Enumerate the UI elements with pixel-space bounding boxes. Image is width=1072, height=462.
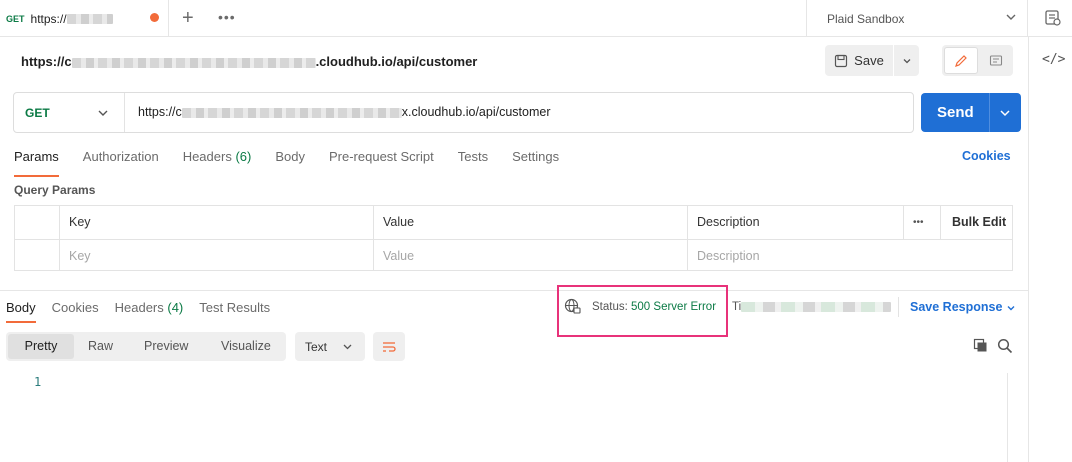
tab-method: GET: [6, 13, 25, 24]
value-input[interactable]: Value: [383, 249, 414, 263]
bulk-edit-button[interactable]: Bulk Edit: [952, 215, 1006, 229]
column-key: Key: [69, 215, 91, 229]
more-tabs-icon[interactable]: •••: [218, 9, 236, 25]
top-tab-bar: GET https:// + ••• Plaid Sandbox: [0, 0, 1072, 37]
tab-url: https://: [30, 11, 67, 26]
tab-headers[interactable]: Headers (6): [183, 149, 252, 170]
headers-count: (6): [235, 149, 252, 164]
environment-selector[interactable]: Plaid Sandbox: [806, 0, 1028, 37]
redacted-metrics: [741, 301, 892, 312]
query-params-title: Query Params: [14, 183, 96, 197]
save-label: Save: [854, 53, 884, 68]
wrap-icon: [383, 341, 396, 352]
chevron-down-icon: [903, 58, 910, 63]
save-button[interactable]: Save: [825, 45, 893, 76]
request-tabs: Params Authorization Headers (6) Body Pr…: [14, 149, 583, 177]
tab-tests[interactable]: Tests: [458, 149, 488, 170]
description-input[interactable]: Description: [697, 249, 760, 263]
globe-lock-icon[interactable]: [564, 298, 581, 315]
send-button[interactable]: Send: [921, 93, 1021, 132]
response-time: Ti: [732, 301, 892, 313]
environment-name: Plaid Sandbox: [827, 11, 905, 26]
chevron-down-icon: [1007, 305, 1015, 311]
redacted-url: [66, 13, 113, 24]
status-value: 500 Server Error: [631, 301, 717, 313]
url-prefix: https://c: [138, 105, 182, 119]
environment-quick-look-icon[interactable]: [1044, 9, 1062, 27]
save-response-button[interactable]: Save Response: [910, 300, 1016, 314]
format-preview[interactable]: Preview: [144, 339, 188, 353]
search-icon[interactable]: [997, 338, 1013, 354]
new-tab-icon[interactable]: +: [182, 7, 194, 30]
column-description: Description: [697, 215, 760, 229]
format-pretty[interactable]: Pretty: [8, 334, 74, 359]
response-tabs: Body Cookies Headers (4) Test Results: [6, 300, 286, 323]
response-status: Status: 500 Server Error: [592, 301, 716, 313]
column-value: Value: [383, 215, 415, 229]
chevron-down-icon[interactable]: [999, 107, 1011, 119]
tab-response-headers[interactable]: Headers (4): [115, 300, 184, 315]
divider: [0, 290, 1028, 291]
redacted-host: [71, 57, 316, 68]
status-label: Status:: [592, 301, 628, 313]
tab-test-results[interactable]: Test Results: [199, 300, 270, 315]
comment-icon: [989, 54, 1002, 66]
divider: [898, 297, 899, 317]
time-prefix: Ti: [732, 301, 742, 313]
column-options-icon[interactable]: •••: [913, 217, 924, 228]
tab-response-cookies[interactable]: Cookies: [52, 300, 99, 315]
tab-headers-label: Headers: [182, 149, 232, 164]
format-raw[interactable]: Raw: [88, 339, 113, 353]
text-format-select[interactable]: Text: [295, 332, 365, 361]
chevron-down-icon: [1006, 14, 1016, 20]
code-snippet-icon[interactable]: </>: [1042, 52, 1065, 67]
table-header-row: Key Value Description ••• Bulk Edit: [15, 206, 1012, 239]
pencil-icon: [955, 54, 967, 67]
view-mode-toggle: [942, 45, 1013, 76]
divider: [124, 93, 125, 132]
text-format-label: Text: [305, 340, 328, 354]
title-suffix: .cloudhub.io/api/customer: [315, 54, 478, 69]
response-headers-count: (4): [167, 300, 184, 315]
tab-authorization[interactable]: Authorization: [83, 149, 159, 170]
tab-settings[interactable]: Settings: [512, 149, 559, 170]
title-prefix: https://c: [21, 54, 72, 69]
cookies-link[interactable]: Cookies: [962, 149, 1011, 163]
format-visualize[interactable]: Visualize: [221, 339, 271, 353]
line-number: 1: [34, 375, 42, 389]
copy-icon[interactable]: [973, 338, 988, 353]
wrap-lines-button[interactable]: [373, 332, 405, 361]
url-input[interactable]: https://c x.cloudhub.io/api/customer: [138, 105, 550, 119]
unsaved-indicator: [150, 13, 159, 22]
request-tab[interactable]: GET https://: [0, 0, 169, 37]
method-select[interactable]: GET: [25, 106, 50, 120]
tab-response-headers-label: Headers: [114, 300, 164, 315]
url-suffix: x.cloudhub.io/api/customer: [401, 105, 551, 119]
redacted-host: [181, 107, 402, 118]
save-options-button[interactable]: [894, 45, 919, 76]
response-format-group: Pretty Raw Preview Visualize: [6, 332, 286, 361]
right-sidebar: </>: [1028, 37, 1072, 462]
save-response-label: Save Response: [910, 300, 1003, 314]
send-label: Send: [937, 104, 974, 121]
request-bar: GET https://c x.cloudhub.io/api/customer: [13, 92, 914, 133]
chevron-down-icon: [343, 344, 352, 350]
edit-mode-button[interactable]: [944, 47, 978, 74]
documentation-mode-button[interactable]: [980, 47, 1011, 74]
chevron-down-icon[interactable]: [97, 107, 109, 119]
divider: [989, 93, 990, 132]
key-input[interactable]: Key: [69, 249, 91, 263]
request-title: https://c .cloudhub.io/api/customer: [21, 54, 477, 69]
scrollbar[interactable]: [1007, 373, 1021, 462]
tab-response-body[interactable]: Body: [6, 300, 36, 323]
query-params-table: Key Value Description ••• Bulk Edit Key …: [14, 205, 1013, 271]
tab-params[interactable]: Params: [14, 149, 59, 177]
tab-body[interactable]: Body: [275, 149, 305, 170]
tab-pre-request-script[interactable]: Pre-request Script: [329, 149, 434, 170]
table-row: Key Value Description: [15, 239, 1012, 272]
save-icon: [835, 54, 848, 67]
